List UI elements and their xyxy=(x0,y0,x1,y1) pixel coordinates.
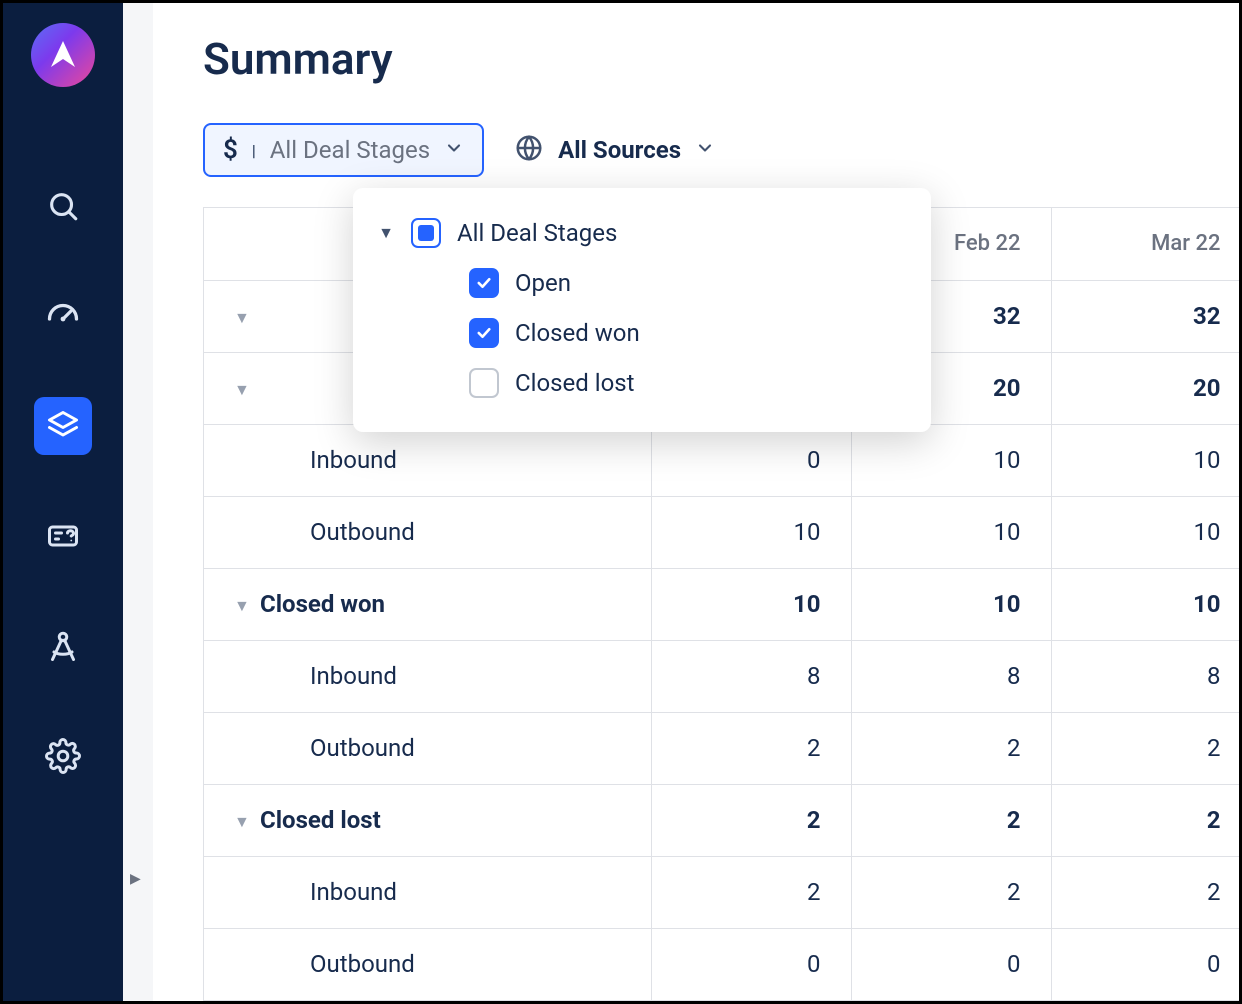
data-cell: 32 xyxy=(1051,280,1239,352)
filter-bar: $ | All Deal Stages All Sources xyxy=(203,123,1239,177)
dropdown-option-label: Open xyxy=(515,269,571,297)
table-group-row: ▼Closed lost222 xyxy=(204,784,1239,856)
nav-cards[interactable] xyxy=(34,507,92,565)
data-cell: 10 xyxy=(851,424,1051,496)
data-cell: 0 xyxy=(1051,928,1239,1000)
data-cell: 2 xyxy=(1051,712,1239,784)
caret-down-icon: ▼ xyxy=(234,596,260,616)
checkbox-unchecked[interactable] xyxy=(469,368,499,398)
dropdown-option-label: Closed won xyxy=(515,319,640,347)
data-cell: 10 xyxy=(1051,496,1239,568)
row-label: Inbound xyxy=(310,878,397,906)
checkbox-checked[interactable] xyxy=(469,318,499,348)
search-icon xyxy=(46,189,80,223)
table-sub-row: Outbound101010 xyxy=(204,496,1239,568)
col-header: Mar 22 xyxy=(1051,208,1239,280)
card-question-icon xyxy=(45,518,81,554)
data-cell: 0 xyxy=(651,424,851,496)
table-sub-row: Outbound000 xyxy=(204,928,1239,1000)
row-label: Outbound xyxy=(310,518,415,546)
data-cell: 8 xyxy=(1051,640,1239,712)
collapse-caret-icon[interactable]: ▶ xyxy=(130,871,141,887)
row-label: Inbound xyxy=(310,662,397,690)
row-label-cell[interactable]: ▼Closed won xyxy=(204,568,651,640)
row-label-cell: Inbound xyxy=(204,856,651,928)
dropdown-option[interactable]: Open xyxy=(377,258,907,308)
filter-sources-label: All Sources xyxy=(558,136,681,164)
data-cell: 2 xyxy=(851,856,1051,928)
dollar-icon: $ xyxy=(223,135,238,165)
app-root: ▶ Summary $ | All Deal Stages All Source… xyxy=(0,0,1242,1004)
filter-deal-stages-placeholder: All Deal Stages xyxy=(270,136,430,164)
table-sub-row: Inbound222 xyxy=(204,856,1239,928)
data-cell: 2 xyxy=(851,784,1051,856)
data-cell: 2 xyxy=(851,712,1051,784)
caret-down-icon: ▼ xyxy=(234,308,260,328)
data-cell: 2 xyxy=(651,712,851,784)
compass-drafting-icon xyxy=(45,628,81,664)
row-label: Closed lost xyxy=(260,806,381,834)
panel-divider: ▶ xyxy=(123,3,153,1001)
row-label-cell: Inbound xyxy=(204,424,651,496)
page-title: Summary xyxy=(203,33,1239,85)
dropdown-option-label: Closed lost xyxy=(515,369,635,397)
row-label-cell: Outbound xyxy=(204,496,651,568)
gauge-icon xyxy=(45,298,81,334)
gear-icon xyxy=(45,738,81,774)
table-sub-row: Inbound888 xyxy=(204,640,1239,712)
dropdown-option[interactable]: Closed lost xyxy=(377,358,907,408)
caret-down-icon: ▼ xyxy=(377,223,395,243)
nav-dashboard[interactable] xyxy=(34,287,92,345)
row-label: Outbound xyxy=(310,734,415,762)
globe-icon xyxy=(514,133,544,167)
data-cell: 2 xyxy=(1051,856,1239,928)
caret-down-icon: ▼ xyxy=(234,380,260,400)
deal-stages-dropdown: ▼ All Deal Stages Open Closed won Closed l… xyxy=(353,188,931,432)
chevron-down-icon xyxy=(695,138,715,162)
nav-search[interactable] xyxy=(34,177,92,235)
dropdown-option[interactable]: Closed won xyxy=(377,308,907,358)
data-cell: 8 xyxy=(851,640,1051,712)
nav-design[interactable] xyxy=(34,617,92,675)
data-cell: 10 xyxy=(651,496,851,568)
filter-deal-stages[interactable]: $ | All Deal Stages xyxy=(203,123,484,177)
caret-down-icon: ▼ xyxy=(234,812,260,832)
row-label: Closed won xyxy=(260,590,385,618)
row-label: Inbound xyxy=(310,446,397,474)
data-cell: 2 xyxy=(651,784,851,856)
dropdown-parent-label: All Deal Stages xyxy=(457,219,617,247)
chevron-down-icon xyxy=(444,138,464,162)
data-cell: 10 xyxy=(851,496,1051,568)
data-cell: 10 xyxy=(851,568,1051,640)
row-label: Outbound xyxy=(310,950,415,978)
nav-layers[interactable] xyxy=(34,397,92,455)
layers-icon xyxy=(45,408,81,444)
data-cell: 10 xyxy=(651,568,851,640)
row-label-cell[interactable]: ▼Closed lost xyxy=(204,784,651,856)
table-sub-row: Outbound222 xyxy=(204,712,1239,784)
data-cell: 2 xyxy=(1051,784,1239,856)
checkbox-checked[interactable] xyxy=(469,268,499,298)
sidebar xyxy=(3,3,123,1001)
table-group-row: ▼Closed won101010 xyxy=(204,568,1239,640)
table-sub-row: Inbound01010 xyxy=(204,424,1239,496)
data-cell: 10 xyxy=(1051,424,1239,496)
dropdown-parent-option[interactable]: ▼ All Deal Stages xyxy=(377,208,907,258)
checkbox-indeterminate[interactable] xyxy=(411,218,441,248)
data-cell: 20 xyxy=(1051,352,1239,424)
data-cell: 8 xyxy=(651,640,851,712)
filter-sources[interactable]: All Sources xyxy=(514,133,715,167)
main-content: Summary $ | All Deal Stages All Sources xyxy=(153,3,1239,1001)
row-label-cell: Outbound xyxy=(204,712,651,784)
data-cell: 0 xyxy=(651,928,851,1000)
data-cell: 10 xyxy=(1051,568,1239,640)
nav-settings[interactable] xyxy=(34,727,92,785)
data-cell: 2 xyxy=(651,856,851,928)
row-label-cell: Outbound xyxy=(204,928,651,1000)
data-cell: 0 xyxy=(851,928,1051,1000)
row-label-cell: Inbound xyxy=(204,640,651,712)
app-logo[interactable] xyxy=(31,23,95,87)
